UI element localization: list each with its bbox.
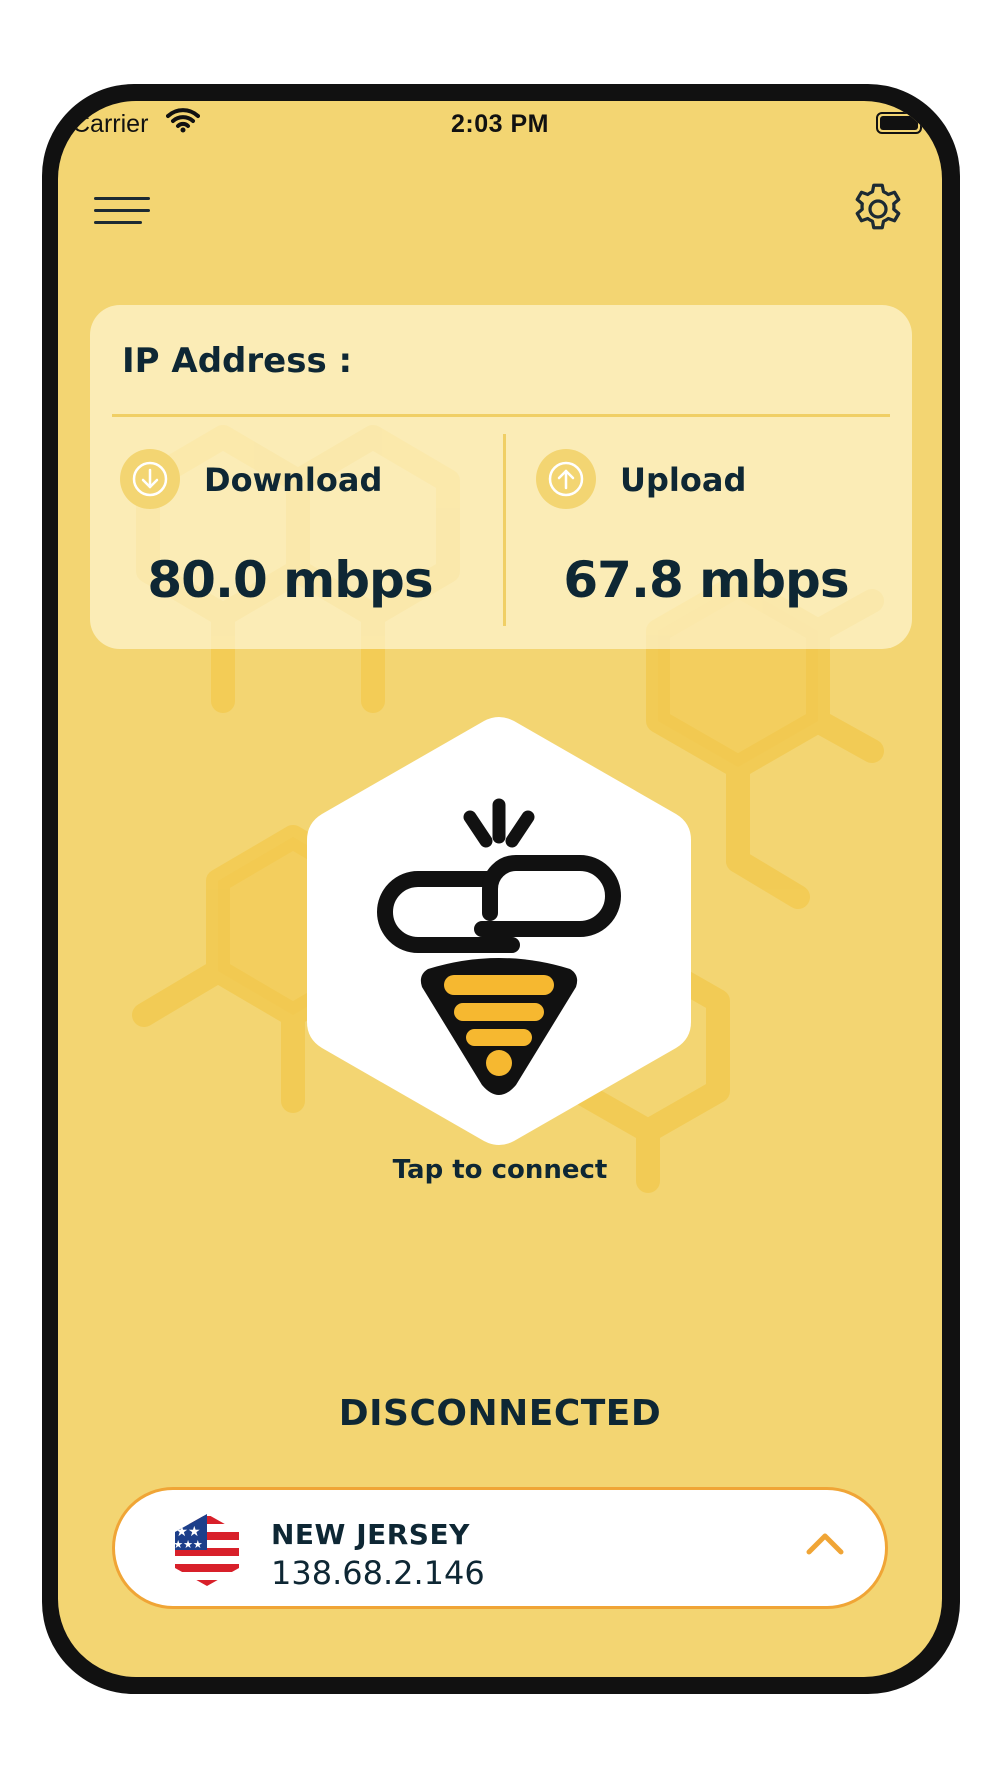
connection-stats-card: IP Address : Download 80.0 mbps Upload 6… bbox=[90, 305, 912, 649]
connection-status-label: DISCONNECTED bbox=[338, 1393, 662, 1434]
us-flag-icon: ★★ ★★★ bbox=[173, 1514, 239, 1586]
svg-text:★★★: ★★★ bbox=[173, 1538, 203, 1551]
arrow-down-circle-icon bbox=[120, 449, 180, 509]
app-screen: Carrier 2:03 PM IP Address : Download 80… bbox=[58, 101, 942, 1677]
download-stat: Download 80.0 mbps bbox=[90, 433, 490, 623]
status-bar: Carrier 2:03 PM bbox=[58, 101, 942, 147]
gear-icon bbox=[855, 183, 901, 230]
arrow-up-circle-icon bbox=[536, 449, 596, 509]
tap-to-connect-label: Tap to connect bbox=[392, 1155, 608, 1185]
download-value: 80.0 mbps bbox=[147, 551, 433, 609]
connect-button[interactable] bbox=[302, 713, 696, 1149]
download-label: Download bbox=[204, 461, 383, 499]
menu-button[interactable] bbox=[94, 191, 154, 231]
ip-address-label: IP Address : bbox=[122, 341, 353, 381]
chevron-up-icon[interactable] bbox=[805, 1530, 845, 1556]
battery-icon bbox=[876, 112, 922, 134]
hamburger-menu-icon bbox=[94, 197, 150, 200]
upload-value: 67.8 mbps bbox=[563, 551, 849, 609]
clock: 2:03 PM bbox=[451, 110, 549, 138]
upload-label: Upload bbox=[620, 461, 747, 499]
settings-button[interactable] bbox=[848, 179, 908, 239]
server-ip: 138.68.2.146 bbox=[271, 1554, 485, 1592]
divider bbox=[112, 414, 890, 417]
server-name: NEW JERSEY bbox=[271, 1518, 470, 1551]
server-selector[interactable]: ★★ ★★★ NEW JERSEY 138.68.2.146 bbox=[112, 1487, 888, 1609]
upload-stat: Upload 67.8 mbps bbox=[506, 433, 906, 623]
